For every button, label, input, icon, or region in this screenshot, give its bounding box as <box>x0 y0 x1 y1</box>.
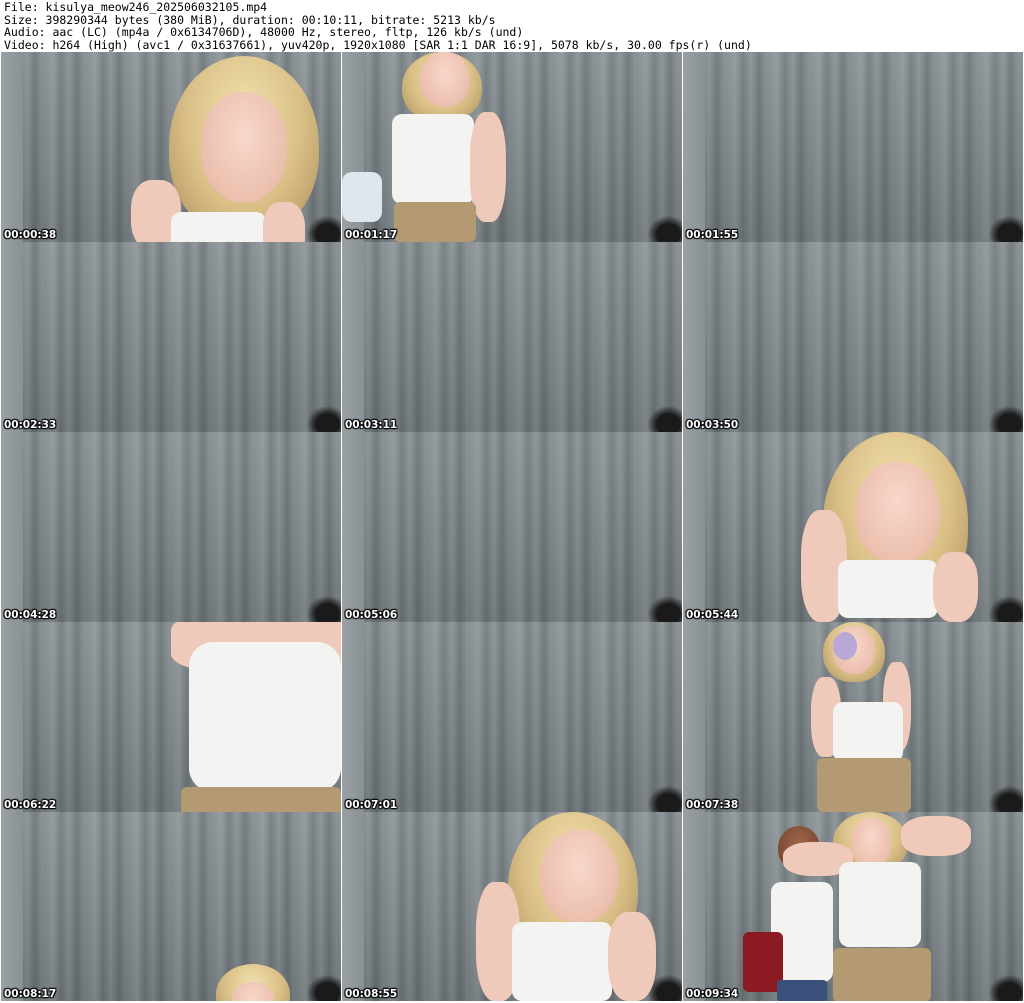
frame-timestamp: 00:07:01 <box>345 799 398 811</box>
video-frame-thumbnail: 00:02:33 <box>1 242 341 432</box>
frame-timestamp: 00:02:33 <box>4 419 57 431</box>
frame-timestamp: 00:04:28 <box>4 609 57 621</box>
video-frame-thumbnail: 00:08:55 <box>342 812 682 1001</box>
video-frame-thumbnail: 00:09:34 <box>683 812 1023 1001</box>
frame-timestamp: 00:05:06 <box>345 609 398 621</box>
frame-timestamp: 00:03:11 <box>345 419 398 431</box>
audio-info-line: Audio: aac (LC) (mp4a / 0x6134706D), 480… <box>4 25 524 39</box>
video-frame-thumbnail: 00:08:17 <box>1 812 341 1001</box>
frame-timestamp: 00:01:55 <box>686 229 739 241</box>
frame-timestamp: 00:08:55 <box>345 988 398 1000</box>
frame-timestamp: 00:08:17 <box>4 988 57 1000</box>
video-info-line: Video: h264 (High) (avc1 / 0x31637661), … <box>4 37 752 52</box>
video-frame-thumbnail: 00:05:44 <box>683 432 1023 622</box>
video-frame-thumbnail: 00:07:01 <box>342 622 682 812</box>
video-frame-thumbnail: 00:01:55 <box>683 52 1023 242</box>
video-frame-thumbnail: 00:01:17 <box>342 52 682 242</box>
frame-timestamp: 00:09:34 <box>686 988 739 1000</box>
file-info-header: File: kisulya_meow246_202506032105.mp4 S… <box>4 1 1020 51</box>
frame-timestamp: 00:01:17 <box>345 229 398 241</box>
frame-timestamp: 00:06:22 <box>4 799 57 811</box>
video-frame-thumbnail: 00:05:06 <box>342 432 682 622</box>
video-frame-thumbnail: 00:03:50 <box>683 242 1023 432</box>
thumbnail-grid: 00:00:38 00:01:17 00:01:55 00:02:33 00:0… <box>0 52 1024 1003</box>
file-name-line: File: kisulya_meow246_202506032105.mp4 <box>4 0 268 14</box>
frame-timestamp: 00:05:44 <box>686 609 739 621</box>
frame-timestamp: 00:00:38 <box>4 229 57 241</box>
frame-timestamp: 00:03:50 <box>686 419 739 431</box>
video-frame-thumbnail: 00:03:11 <box>342 242 682 432</box>
video-frame-thumbnail: 00:04:28 <box>1 432 341 622</box>
video-frame-thumbnail: 00:00:38 <box>1 52 341 242</box>
video-frame-thumbnail: 00:06:22 <box>1 622 341 812</box>
video-frame-thumbnail: 00:07:38 <box>683 622 1023 812</box>
frame-timestamp: 00:07:38 <box>686 799 739 811</box>
